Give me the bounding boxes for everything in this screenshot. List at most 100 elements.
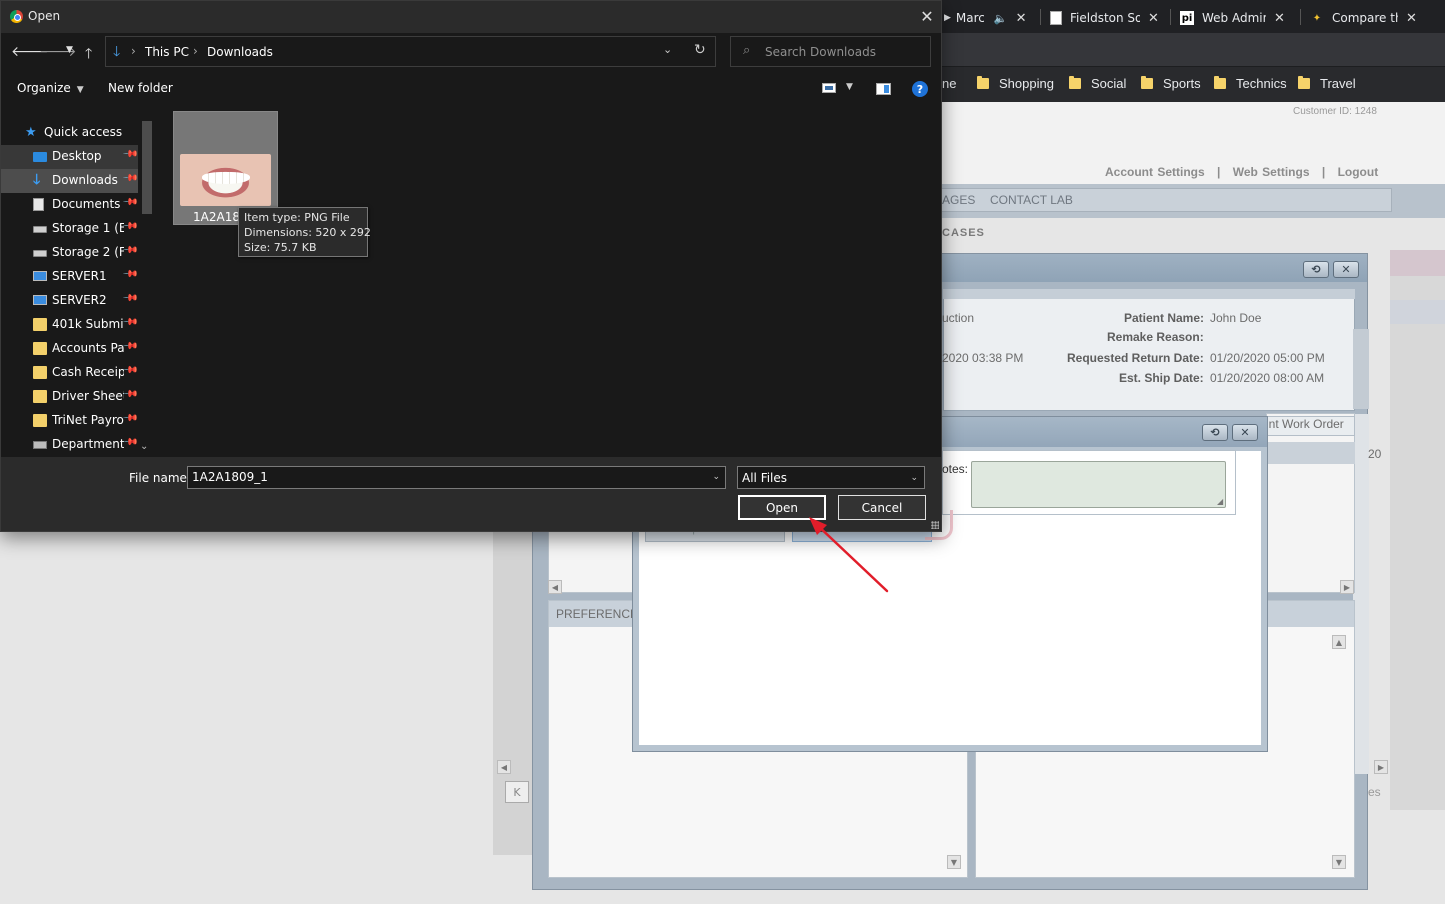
search-input[interactable] — [765, 38, 925, 65]
bookmark-social[interactable]: Social — [1069, 76, 1126, 91]
sidebar-item-departmental[interactable]: Departmenta 📌 — [1, 433, 139, 457]
pin-icon[interactable]: 📌 — [122, 386, 139, 403]
pin-icon[interactable]: 📌 — [122, 290, 139, 307]
sidebar-item-label: Documents — [52, 197, 121, 211]
customer-id: Customer ID: 1248 — [1293, 106, 1377, 117]
pin-icon[interactable]: 📌 — [122, 314, 139, 331]
breadcrumb-downloads[interactable]: Downloads — [207, 45, 273, 59]
close-icon[interactable]: ✕ — [914, 5, 940, 27]
patient-name-label: Patient Name: — [1124, 311, 1205, 325]
address-bar[interactable]: 🡓 › This PC › Downloads ⌄ ↻ — [105, 36, 716, 67]
help-icon[interactable]: ? — [912, 81, 928, 97]
sidebar-item-401k[interactable]: 401k Submiss 📌 — [1, 313, 139, 337]
bookmark-label: Technics — [1236, 76, 1287, 91]
scrollbar-thumb[interactable] — [142, 121, 152, 214]
folder-icon — [1069, 76, 1081, 89]
web-settings-link[interactable]: Web Settings — [1233, 165, 1310, 179]
scroll-right-icon[interactable]: ▶ — [1340, 580, 1354, 594]
pin-icon[interactable]: 📌 — [122, 410, 139, 427]
pin-icon[interactable]: 📌 — [122, 434, 139, 451]
bookmark-partial[interactable]: ne — [942, 76, 956, 91]
search-box[interactable]: ⌕ — [730, 36, 931, 67]
pin-icon[interactable]: 📌 — [122, 146, 139, 163]
resize-grip-icon[interactable] — [931, 521, 939, 529]
file-type-select[interactable]: All Files ⌄ — [737, 466, 925, 489]
chevron-down-icon[interactable]: ⌄ — [140, 441, 148, 452]
sidebar-item-storage-2[interactable]: Storage 2 (F:) 📌 — [1, 241, 139, 265]
scroll-left-icon[interactable]: ◀ — [497, 760, 511, 774]
bookmark-travel[interactable]: Travel — [1298, 76, 1356, 91]
sidebar-item-desktop[interactable]: Desktop 📌 — [1, 145, 139, 169]
speaker-icon[interactable]: 🔈 — [994, 12, 1008, 25]
close-tab-icon[interactable]: ✕ — [1274, 11, 1285, 26]
pin-icon[interactable]: 📌 — [122, 218, 139, 235]
organize-button[interactable]: Organize ▼ — [17, 81, 84, 95]
breadcrumb-this-pc[interactable]: This PC — [145, 45, 189, 59]
sidebar-item-storage-1[interactable]: Storage 1 (E:) 📌 — [1, 217, 139, 241]
sidebar-item-quick-access[interactable]: ★ Quick access — [1, 121, 138, 145]
browser-tab-compare[interactable]: ✦ Compare th ✕ — [1310, 5, 1417, 31]
close-icon[interactable]: ✕ — [1232, 424, 1258, 441]
section-title: CASES — [942, 227, 985, 239]
sidebar-item-documents[interactable]: Documents 📌 — [1, 193, 139, 217]
pin-icon[interactable]: 📌 — [122, 266, 139, 283]
change-view-icon[interactable] — [822, 83, 836, 93]
chevron-down-icon[interactable]: ⌄ — [712, 472, 720, 482]
nav-item-contact-lab[interactable]: CONTACT LAB — [990, 193, 1073, 207]
scroll-down-icon[interactable]: ▼ — [1332, 855, 1346, 869]
refresh-icon[interactable]: ⟲ — [1202, 424, 1228, 441]
tab-triangle-icon: ▶ — [944, 13, 951, 23]
sidebar-item-downloads[interactable]: 🡓 Downloads 📌 — [1, 169, 139, 193]
est-ship-label: Est. Ship Date: — [1119, 371, 1204, 385]
up-arrow-icon[interactable]: 🡑 — [85, 43, 92, 67]
chevron-down-icon[interactable]: ▼ — [846, 82, 853, 92]
sidebar-item-cash-receipts[interactable]: Cash Receipt: 📌 — [1, 361, 139, 385]
first-page-button[interactable]: K — [505, 781, 529, 803]
account-settings-link[interactable]: Account Settings — [1105, 165, 1205, 179]
sidebar-item-label: Quick access — [44, 125, 123, 139]
file-name-input[interactable] — [192, 470, 702, 484]
scroll-left-icon[interactable]: ◀ — [548, 580, 562, 594]
file-name-combobox[interactable]: ⌄ — [187, 466, 726, 489]
pin-icon[interactable]: 📌 — [122, 338, 139, 355]
refresh-icon[interactable]: ↻ — [694, 42, 706, 58]
refresh-icon[interactable]: ⟲ — [1303, 261, 1329, 278]
resize-grip-icon[interactable]: ◢ — [1217, 497, 1223, 506]
pin-icon[interactable]: 📌 — [122, 362, 139, 379]
chevron-down-icon[interactable]: ⌄ — [663, 43, 672, 56]
sidebar-item-server1[interactable]: SERVER1 📌 — [1, 265, 139, 289]
bookmark-sports[interactable]: Sports — [1141, 76, 1201, 91]
sparkle-icon: ✦ — [1312, 12, 1322, 24]
logout-link[interactable]: Logout — [1338, 165, 1379, 179]
print-work-order-tab[interactable]: int Work Order — [1266, 417, 1344, 431]
bookmark-technics[interactable]: Technics — [1214, 76, 1287, 91]
browser-tab-marc[interactable]: ▶ Marc 🔈 ✕ — [944, 5, 1027, 31]
sidebar-item-server2[interactable]: SERVER2 📌 — [1, 289, 139, 313]
scroll-up-icon[interactable]: ▲ — [1332, 635, 1346, 649]
close-tab-icon[interactable]: ✕ — [1406, 11, 1417, 26]
new-folder-button[interactable]: New folder — [108, 81, 173, 95]
pin-icon[interactable]: 📌 — [122, 170, 139, 187]
star-icon: ★ — [25, 125, 37, 140]
sidebar-item-driver-sheets[interactable]: Driver Sheets 📌 — [1, 385, 139, 409]
pin-icon[interactable]: 📌 — [122, 194, 139, 211]
sidebar-item-trinet-payroll[interactable]: TriNet Payroll 📌 — [1, 409, 139, 433]
case-scrollbar[interactable] — [1353, 329, 1369, 409]
close-tab-icon[interactable]: ✕ — [1016, 11, 1027, 26]
pin-icon[interactable]: 📌 — [122, 242, 139, 259]
notes-textarea[interactable] — [971, 461, 1226, 508]
chevron-down-icon: ▼ — [76, 85, 84, 95]
sidebar-scrollbar[interactable] — [139, 121, 155, 457]
close-tab-icon[interactable]: ✕ — [1148, 11, 1159, 26]
preview-pane-icon[interactable] — [876, 83, 891, 95]
close-icon[interactable]: ✕ — [1333, 261, 1359, 278]
recent-locations-icon[interactable]: ▼ — [66, 45, 73, 55]
scroll-right-icon[interactable]: ▶ — [1374, 760, 1388, 774]
browser-tab-web-admin[interactable]: pi Web Admin ✕ — [1180, 5, 1285, 31]
bookmark-shopping[interactable]: Shopping — [977, 76, 1054, 91]
scroll-down-icon[interactable]: ▼ — [947, 855, 961, 869]
sidebar-item-accounts-payable[interactable]: Accounts Pay 📌 — [1, 337, 139, 361]
nav-item-images[interactable]: AGES — [942, 193, 975, 207]
case-right-panel — [1266, 413, 1355, 593]
browser-tab-fieldston[interactable]: Fieldston So ✕ — [1050, 5, 1159, 31]
